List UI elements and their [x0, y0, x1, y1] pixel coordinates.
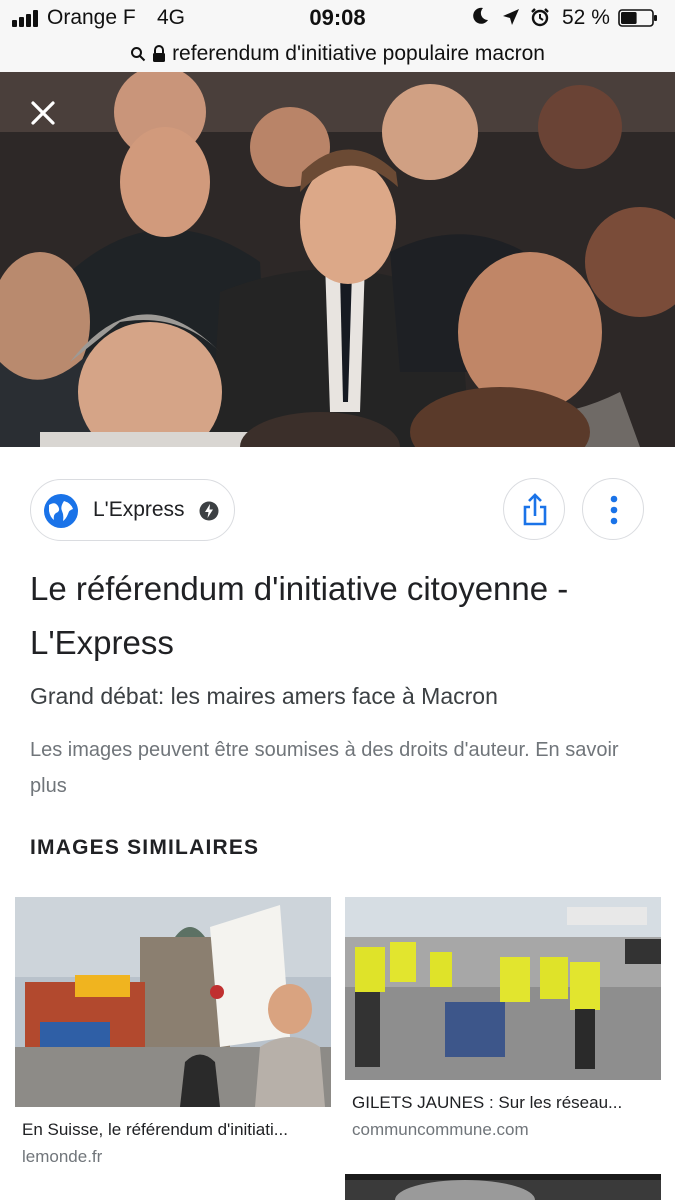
result-title[interactable]: Le référendum d'initiative citoyenne - L… — [30, 562, 630, 670]
similar-image-caption: En Suisse, le référendum d'initiati... — [22, 1120, 288, 1139]
address-bar[interactable]: referendum d'initiative populaire macron — [0, 36, 675, 72]
location-arrow-icon — [503, 9, 519, 25]
hero-image[interactable] — [0, 72, 675, 447]
more-options-button[interactable] — [582, 478, 644, 540]
result-subtitle: Grand débat: les maires amers face à Mac… — [30, 683, 498, 709]
url-text: referendum d'initiative populaire macron — [172, 42, 545, 65]
similar-image-card[interactable]: GILETS JAUNES : Sur les réseau... commun… — [345, 897, 661, 1140]
share-button[interactable] — [503, 478, 565, 540]
similar-image-source: lemonde.fr — [22, 1147, 103, 1166]
similar-image-caption: GILETS JAUNES : Sur les réseau... — [352, 1093, 623, 1112]
source-name: L'Express — [93, 498, 185, 521]
similar-image-thumbnail-partial[interactable] — [345, 1174, 661, 1200]
close-icon[interactable] — [28, 98, 58, 128]
share-icon — [523, 493, 547, 526]
amp-bolt-icon — [199, 501, 219, 521]
search-icon — [131, 47, 146, 62]
more-vert-icon — [610, 495, 618, 525]
copyright-notice[interactable]: Les images peuvent être soumises à des d… — [30, 732, 630, 804]
source-chip[interactable]: L'Express — [30, 479, 235, 541]
similar-images-heading: IMAGES SIMILAIRES — [30, 836, 260, 859]
moon-icon — [473, 7, 488, 24]
alarm-icon — [531, 8, 549, 27]
battery-icon — [618, 9, 657, 27]
globe-icon — [44, 494, 78, 528]
battery-percent: 52 % — [562, 6, 610, 29]
similar-image-thumbnail[interactable] — [345, 897, 661, 1080]
similar-image-card[interactable]: En Suisse, le référendum d'initiati... l… — [15, 897, 331, 1167]
lock-icon — [153, 45, 166, 62]
similar-image-thumbnail — [345, 1174, 661, 1200]
similar-image-source: communcommune.com — [352, 1120, 529, 1139]
status-bar: Orange F 4G 09:08 52 % — [0, 0, 675, 36]
similar-image-thumbnail[interactable] — [15, 897, 331, 1107]
crowd-photo — [0, 72, 675, 447]
